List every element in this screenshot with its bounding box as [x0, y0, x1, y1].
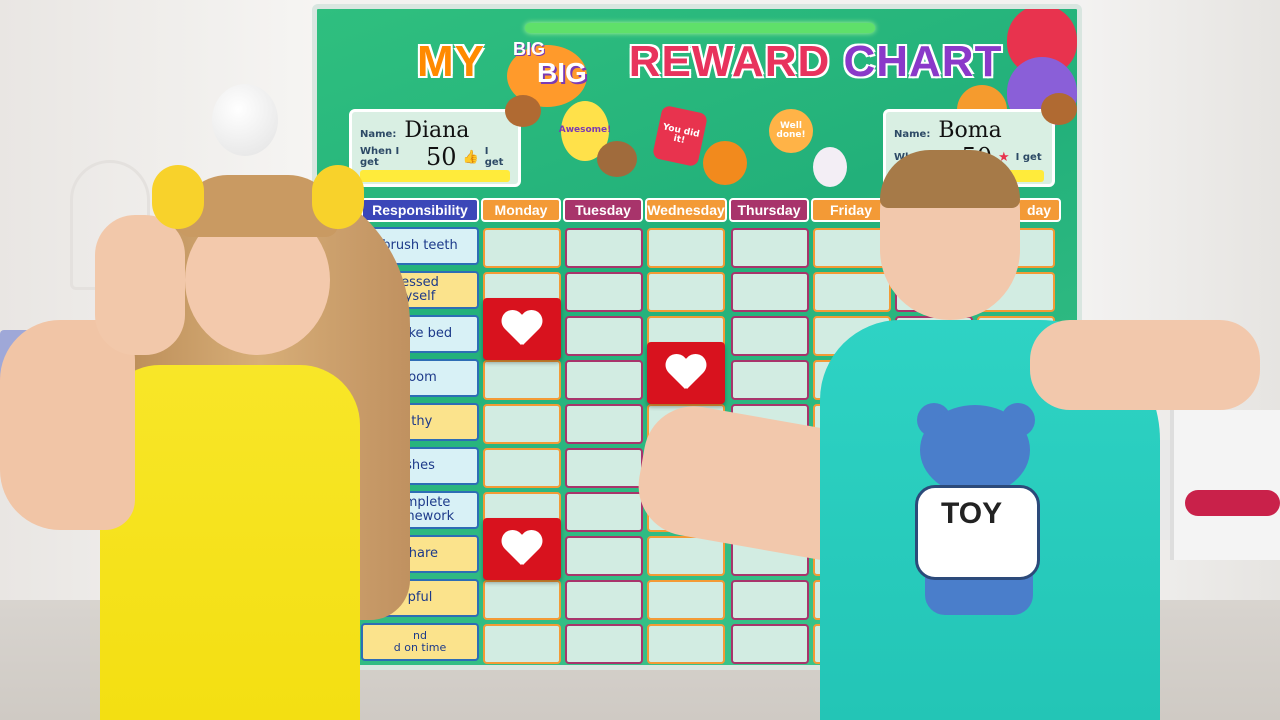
- header-tuesday: Tuesday: [563, 198, 643, 222]
- day-label: Friday: [829, 202, 872, 218]
- pink-stool: [1185, 490, 1280, 516]
- responsibility-label: pful: [407, 589, 433, 605]
- speech-bubble-you-did-it: You did it!: [651, 104, 709, 168]
- chart-cell: [565, 448, 643, 488]
- rabbit-icon: [813, 147, 847, 187]
- chart-cell: [647, 228, 725, 268]
- girl-hand-ok-sign: [95, 215, 185, 355]
- shirt-text: TOY: [941, 497, 1003, 530]
- monkey-icon: [505, 95, 541, 127]
- chart-cell: [483, 228, 561, 268]
- chart-cell: [565, 360, 643, 400]
- chart-cell: [731, 624, 809, 664]
- responsibility-row: nd d on time: [361, 623, 479, 661]
- responsibility-label: lthy: [407, 413, 433, 429]
- chart-cell: [565, 492, 643, 532]
- header-saturday: day: [1017, 198, 1061, 222]
- speech-bubble-well-done: Well done!: [769, 109, 813, 153]
- lion-icon: [703, 141, 747, 185]
- chart-cell: [647, 536, 725, 576]
- bubble-text: Well done!: [776, 120, 806, 140]
- title-word-chart: CHART: [843, 37, 1003, 86]
- heart-icon: [502, 311, 542, 347]
- heart-magnet[interactable]: [483, 518, 561, 580]
- girl-dress: [100, 365, 360, 720]
- header-friday: Friday: [811, 198, 891, 222]
- bear-head: [920, 405, 1030, 495]
- day-label: Tuesday: [575, 202, 631, 218]
- name-label: Name:: [894, 129, 931, 140]
- header-responsibility: Responsibility: [361, 198, 479, 222]
- responsibility-label: nd d on time: [393, 628, 447, 654]
- chart-cell: [731, 580, 809, 620]
- chart-cell: [483, 448, 561, 488]
- chart-cell: [483, 360, 561, 400]
- when-label: When I get: [360, 146, 400, 168]
- day-label: day: [1026, 202, 1052, 218]
- heart-icon: [502, 531, 542, 567]
- day-label: Monday: [494, 202, 548, 218]
- child-name: Diana: [404, 118, 470, 143]
- bubble-text: Awesome!: [558, 125, 612, 136]
- chart-cell: [647, 580, 725, 620]
- chart-cell: [565, 404, 643, 444]
- get-label: I get: [484, 146, 504, 168]
- girl-arm: [0, 320, 135, 530]
- chart-cell: [813, 272, 891, 312]
- day-label: Thursday: [737, 202, 801, 218]
- hanging-bar: [525, 23, 875, 33]
- get-label: I get: [1015, 151, 1042, 163]
- title-word-big-large: BIG: [537, 57, 587, 88]
- chart-cell: [731, 360, 809, 400]
- chart-cell: [731, 272, 809, 312]
- name-card-diana: Name: Diana When I get 50 👍 I get: [349, 109, 521, 187]
- chart-cell: [647, 624, 725, 664]
- chart-title: MY REWARD CHART: [417, 37, 1001, 87]
- boy-hair: [880, 150, 1020, 208]
- thumbs-up-icon: 👍: [462, 149, 479, 165]
- header-monday: Monday: [481, 198, 561, 222]
- chart-cell: [565, 536, 643, 576]
- heart-magnet[interactable]: [647, 342, 725, 404]
- girl-hair-bow-left: [152, 165, 204, 229]
- header-label: Responsibility: [372, 202, 468, 218]
- header-wednesday: Wednesday: [645, 198, 727, 222]
- name-label: Name:: [360, 129, 397, 140]
- teddy-bear-print: TOY: [905, 403, 1050, 615]
- bubble-text: You did it!: [661, 121, 701, 146]
- heart-magnet[interactable]: [483, 298, 561, 360]
- chart-cell: [483, 580, 561, 620]
- chart-cell: [647, 272, 725, 312]
- pendant-lamp: [212, 84, 278, 156]
- goal-number: 50: [425, 143, 457, 171]
- reward-strip: [360, 170, 510, 182]
- chart-cell: [565, 228, 643, 268]
- chart-cell: [731, 228, 809, 268]
- day-label: Wednesday: [647, 202, 725, 218]
- chart-cell: [483, 624, 561, 664]
- title-word-reward: REWARD: [628, 37, 831, 86]
- boy-arm-pointing-right: [1030, 320, 1260, 410]
- chart-cell: [483, 404, 561, 444]
- chart-cell: [565, 624, 643, 664]
- chart-cell: [565, 580, 643, 620]
- child-name: Boma: [938, 118, 1002, 143]
- chart-cell: [565, 316, 643, 356]
- chart-cell: [565, 272, 643, 312]
- monkey-icon: [1041, 93, 1077, 125]
- girl-hair-bow-right: [312, 165, 364, 229]
- bear-icon: [597, 141, 637, 177]
- header-thursday: Thursday: [729, 198, 809, 222]
- white-table: [1170, 410, 1280, 560]
- chart-cell: [731, 316, 809, 356]
- responsibility-label: brush teeth: [382, 237, 458, 253]
- heart-icon: [666, 355, 706, 391]
- title-word-my: MY: [417, 37, 485, 86]
